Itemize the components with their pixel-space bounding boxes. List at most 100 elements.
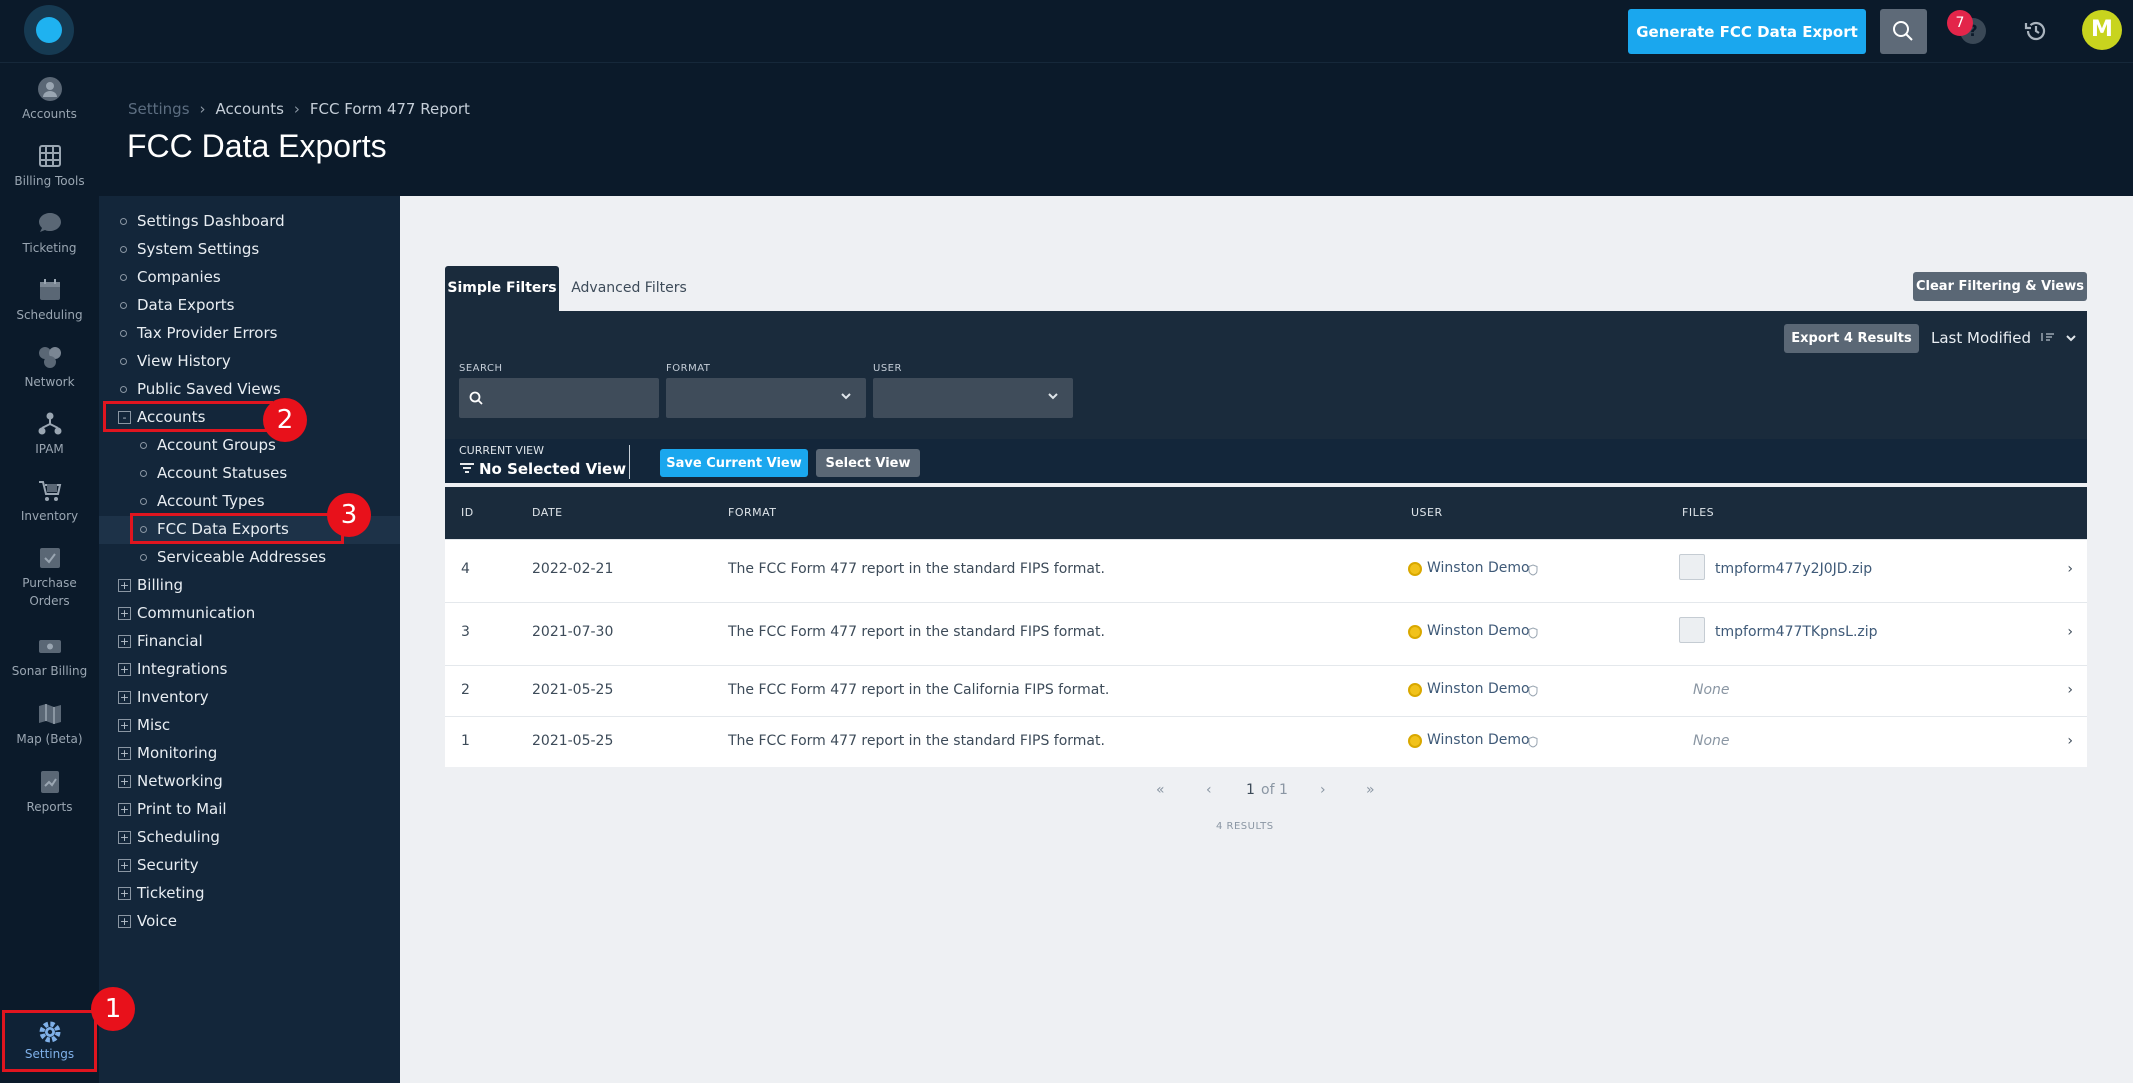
expand-icon[interactable]: + xyxy=(118,859,131,872)
global-search-button[interactable] xyxy=(1880,9,1927,54)
col-files[interactable]: FILES xyxy=(1682,506,1714,519)
chevron-right-icon[interactable]: › xyxy=(2067,624,2073,640)
rail-label: Orders xyxy=(29,594,70,608)
rail-item-settings[interactable]: Settings xyxy=(2,1010,97,1072)
expand-icon[interactable]: + xyxy=(118,915,131,928)
pager-prev-button[interactable]: ‹ xyxy=(1206,782,1212,798)
expand-icon[interactable]: + xyxy=(118,747,131,760)
rail-item-ipam[interactable]: IPAM xyxy=(0,403,99,469)
expand-icon[interactable]: + xyxy=(118,775,131,788)
table-row[interactable]: 1 2021-05-25 The FCC Form 477 report in … xyxy=(445,716,2087,767)
pager-last-button[interactable]: » xyxy=(1366,782,1375,798)
file-link[interactable]: tmpform477TKpnsL.zip xyxy=(1715,624,1878,640)
subnav-item-data-exports[interactable]: Data Exports xyxy=(99,292,400,320)
rail-item-network[interactable]: Network xyxy=(0,336,99,402)
subnav-item-settings-dashboard[interactable]: Settings Dashboard xyxy=(99,208,400,236)
breadcrumb-settings[interactable]: Settings xyxy=(128,100,190,118)
app-logo[interactable] xyxy=(24,5,74,55)
user-link[interactable]: Winston Demo xyxy=(1427,560,1530,576)
expand-icon[interactable]: + xyxy=(118,607,131,620)
expand-icon[interactable]: + xyxy=(118,635,131,648)
expand-icon[interactable]: + xyxy=(118,663,131,676)
sort-dropdown[interactable]: Last Modified xyxy=(1931,329,2077,347)
pager-current-page: 1 xyxy=(1246,782,1255,798)
subnav-section-inventory[interactable]: + Inventory xyxy=(99,684,400,712)
subnav-section-scheduling[interactable]: + Scheduling xyxy=(99,824,400,852)
subnav-item-tax-provider-errors[interactable]: Tax Provider Errors xyxy=(99,320,400,348)
rail-item-ticketing[interactable]: Ticketing xyxy=(0,202,99,268)
user-select[interactable] xyxy=(873,378,1073,418)
expand-icon[interactable]: + xyxy=(118,887,131,900)
subnav-item-system-settings[interactable]: System Settings xyxy=(99,236,400,264)
rail-item-reports[interactable]: Reports xyxy=(0,761,99,827)
rail-item-purchase-orders[interactable]: Purchase Orders xyxy=(0,537,99,623)
history-icon[interactable] xyxy=(2022,17,2050,45)
pager-first-button[interactable]: « xyxy=(1156,782,1165,798)
expand-icon[interactable]: + xyxy=(118,719,131,732)
user-avatar[interactable]: M xyxy=(2082,10,2122,50)
rail-label: Scheduling xyxy=(16,308,83,322)
table-row[interactable]: 4 2022-02-21 The FCC Form 477 report in … xyxy=(445,539,2087,602)
generate-fcc-export-button[interactable]: Generate FCC Data Export xyxy=(1628,9,1866,54)
pager-total: of 1 xyxy=(1261,782,1288,798)
format-select[interactable] xyxy=(666,378,866,418)
rail-item-inventory[interactable]: Inventory xyxy=(0,470,99,536)
rail-item-scheduling[interactable]: Scheduling xyxy=(0,269,99,335)
subnav-item-account-groups[interactable]: Account Groups xyxy=(99,432,400,460)
col-user[interactable]: USER xyxy=(1411,506,1443,519)
format-label: FORMAT xyxy=(666,363,711,374)
save-current-view-button[interactable]: Save Current View xyxy=(660,449,808,477)
tab-simple-filters[interactable]: Simple Filters xyxy=(445,266,559,311)
left-rail: Accounts Billing Tools Ticketing Schedul… xyxy=(0,63,99,1083)
user-link[interactable]: Winston Demo xyxy=(1427,623,1530,639)
calendar-icon xyxy=(39,279,60,300)
subnav-section-integrations[interactable]: + Integrations xyxy=(99,656,400,684)
subnav-item-view-history[interactable]: View History xyxy=(99,348,400,376)
pager-next-button[interactable]: › xyxy=(1320,782,1326,798)
subnav-item-account-statuses[interactable]: Account Statuses xyxy=(99,460,400,488)
subnav-section-voice[interactable]: + Voice xyxy=(99,908,400,936)
subnav-section-communication[interactable]: + Communication xyxy=(99,600,400,628)
current-view-value[interactable]: No Selected View xyxy=(459,460,626,478)
breadcrumb-accounts[interactable]: Accounts xyxy=(216,100,284,118)
subnav-section-monitoring[interactable]: + Monitoring xyxy=(99,740,400,768)
col-id[interactable]: ID xyxy=(461,506,474,519)
subnav-section-billing[interactable]: + Billing xyxy=(99,572,400,600)
col-date[interactable]: DATE xyxy=(532,506,563,519)
table-row[interactable]: 3 2021-07-30 The FCC Form 477 report in … xyxy=(445,602,2087,665)
chevron-right-icon[interactable]: › xyxy=(2067,733,2073,749)
subnav-item-public-saved-views[interactable]: Public Saved Views xyxy=(99,376,400,404)
expand-icon[interactable]: + xyxy=(118,831,131,844)
table-row[interactable]: 2 2021-05-25 The FCC Form 477 report in … xyxy=(445,665,2087,716)
rail-item-sonar-billing[interactable]: Sonar Billing xyxy=(0,625,99,691)
notification-badge[interactable]: 7 xyxy=(1947,10,1973,36)
subnav-section-misc[interactable]: + Misc xyxy=(99,712,400,740)
search-input[interactable] xyxy=(459,378,659,418)
subnav-item-companies[interactable]: Companies xyxy=(99,264,400,292)
expand-icon[interactable]: + xyxy=(118,691,131,704)
expand-icon[interactable]: + xyxy=(118,579,131,592)
subnav-section-print-to-mail[interactable]: + Print to Mail xyxy=(99,796,400,824)
file-link[interactable]: tmpform477y2J0JD.zip xyxy=(1715,561,1872,577)
rail-item-billing-tools[interactable]: Billing Tools xyxy=(0,135,99,201)
chevron-right-icon[interactable]: › xyxy=(2067,561,2073,577)
subnav-section-financial[interactable]: + Financial xyxy=(99,628,400,656)
subnav-section-networking[interactable]: + Networking xyxy=(99,768,400,796)
user-link[interactable]: Winston Demo xyxy=(1427,681,1530,697)
rail-item-map[interactable]: Map (Beta) xyxy=(0,693,99,759)
subnav-section-ticketing[interactable]: + Ticketing xyxy=(99,880,400,908)
tab-advanced-filters[interactable]: Advanced Filters xyxy=(564,266,694,311)
subnav-item-serviceable-addresses[interactable]: Serviceable Addresses xyxy=(99,544,400,572)
map-icon xyxy=(38,704,61,724)
expand-icon[interactable]: + xyxy=(118,803,131,816)
select-view-button[interactable]: Select View xyxy=(816,449,920,477)
col-format[interactable]: FORMAT xyxy=(728,506,777,519)
chevron-right-icon[interactable]: › xyxy=(2067,682,2073,698)
rail-label: IPAM xyxy=(35,442,64,456)
export-results-button[interactable]: Export 4 Results xyxy=(1784,324,1919,353)
subnav-section-security[interactable]: + Security xyxy=(99,852,400,880)
reports-icon xyxy=(40,771,59,793)
rail-item-accounts[interactable]: Accounts xyxy=(0,68,99,134)
clear-filtering-button[interactable]: Clear Filtering & Views xyxy=(1913,272,2087,301)
user-link[interactable]: Winston Demo xyxy=(1427,732,1530,748)
